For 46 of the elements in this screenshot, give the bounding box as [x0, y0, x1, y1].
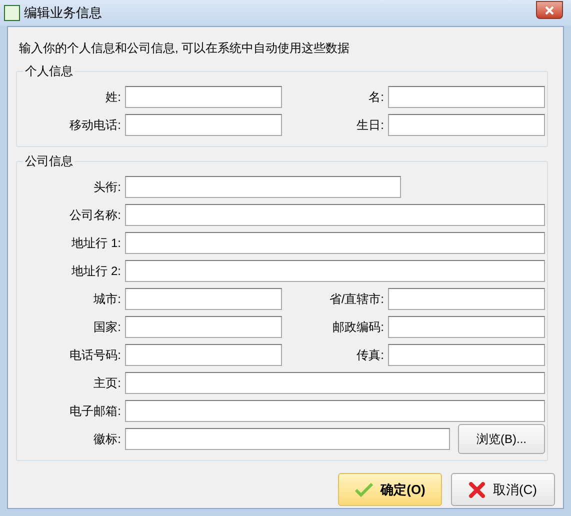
- input-field[interactable]: [125, 204, 545, 226]
- input-field[interactable]: [125, 400, 545, 422]
- check-icon: [354, 482, 373, 496]
- field-label: 国家:: [92, 319, 122, 336]
- input-field[interactable]: [125, 114, 282, 136]
- field-label: 公司名称:: [68, 207, 122, 224]
- field-label: 电话号码:: [68, 347, 122, 364]
- field-label: 地址行 2:: [70, 263, 122, 280]
- input-field[interactable]: [388, 344, 545, 366]
- field-label: 电子邮箱:: [68, 403, 122, 420]
- browse-button[interactable]: 浏览(B)...: [458, 424, 545, 454]
- intro-text: 输入你的个人信息和公司信息, 可以在系统中自动使用这些数据: [19, 41, 350, 55]
- field-label: 头衔:: [92, 179, 122, 196]
- cancel-button[interactable]: 取消(C): [451, 473, 555, 506]
- cross-icon: [468, 482, 485, 498]
- field-label: 邮政编码:: [332, 319, 385, 336]
- group-title: 个人信息: [23, 63, 75, 79]
- group-title: 公司信息: [23, 153, 75, 169]
- field-label: 省/直辖市:: [328, 291, 385, 308]
- window-title: 编辑业务信息: [24, 4, 103, 22]
- input-field[interactable]: [125, 260, 545, 282]
- input-field[interactable]: [125, 176, 401, 198]
- field-label: 移动电话:: [68, 117, 122, 134]
- input-field[interactable]: [125, 372, 545, 394]
- input-field[interactable]: [125, 344, 282, 366]
- field-label: 城市:: [92, 291, 122, 308]
- field-label: 地址行 1:: [70, 235, 122, 252]
- input-field[interactable]: [388, 86, 545, 108]
- field-label: 主页:: [92, 375, 122, 392]
- app-icon: [4, 5, 20, 21]
- field-label: 传真:: [356, 347, 385, 364]
- input-field[interactable]: [125, 232, 545, 254]
- close-button[interactable]: [536, 1, 563, 19]
- field-label: 生日:: [356, 117, 385, 134]
- input-field[interactable]: [125, 428, 450, 450]
- input-field[interactable]: [388, 316, 545, 338]
- field-label: 名:: [368, 89, 385, 106]
- field-label: 徽标:: [92, 431, 122, 448]
- input-field[interactable]: [125, 316, 282, 338]
- input-field[interactable]: [388, 114, 545, 136]
- input-field[interactable]: [125, 86, 282, 108]
- input-field[interactable]: [125, 288, 282, 310]
- input-field[interactable]: [388, 288, 545, 310]
- close-icon: [545, 6, 554, 14]
- field-label: 姓:: [104, 89, 122, 106]
- ok-button[interactable]: 确定(O): [338, 473, 442, 506]
